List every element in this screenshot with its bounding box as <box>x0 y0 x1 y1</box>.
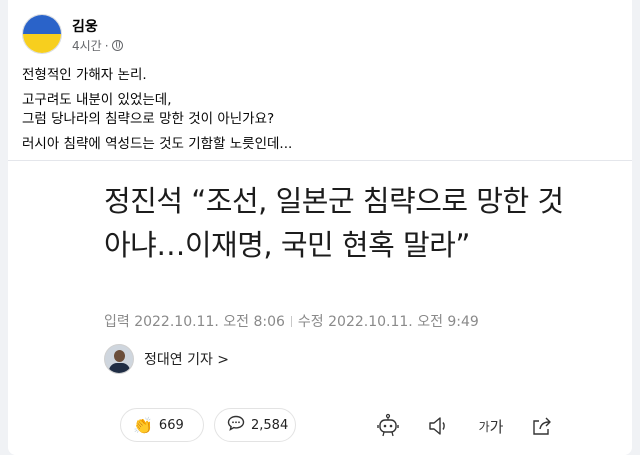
reporter-avatar <box>104 344 134 374</box>
comment-button[interactable]: 2,584 <box>214 408 296 442</box>
author-name[interactable]: 김웅 <box>72 16 98 36</box>
article-headline: 정진석 “조선, 일본군 침략으로 망한 것 아냐…이재명, 국민 현혹 말라” <box>104 184 564 262</box>
clap-icon: 👏 <box>133 415 153 435</box>
post-paragraph: 전형적인 가해자 논리. <box>22 67 147 83</box>
author-avatar[interactable] <box>22 14 62 54</box>
post-time[interactable]: 4시간 <box>72 37 102 54</box>
reaction-count: 669 <box>158 417 184 433</box>
article-dates: 입력 2022.10.11. 오전 8:06 수정 2022.10.11. 오전 … <box>104 311 479 331</box>
post-paragraph: 고구려도 내분이 있었는데, <box>22 92 172 108</box>
comment-count: 2,584 <box>251 417 289 433</box>
modified-date: 수정 2022.10.11. 오전 9:49 <box>297 314 479 330</box>
share-icon[interactable] <box>528 412 556 440</box>
reaction-button[interactable]: 👏 669 <box>120 408 204 442</box>
post-meta: 4시간 · <box>72 37 123 54</box>
article-action-bar: 👏 669 2,584 가가 <box>104 408 564 444</box>
reporter-link[interactable]: 정대연 기자 > <box>104 343 229 375</box>
comment-icon <box>227 415 245 435</box>
reporter-name: 정대연 기자 > <box>144 352 230 368</box>
globe-icon <box>111 40 123 51</box>
robot-icon[interactable] <box>374 412 402 440</box>
text-size-icon[interactable]: 가가 <box>474 412 508 440</box>
input-date: 입력 2022.10.11. 오전 8:06 <box>104 314 285 330</box>
post-paragraph: 그럼 당나라의 침략으로 망한 것이 아닌가요? <box>22 111 275 127</box>
post-body: 전형적인 가해자 논리. 고구려도 내분이 있었는데, 그럼 당나라의 침략으로… <box>22 66 292 160</box>
shared-article-image[interactable]: 정진석 “조선, 일본군 침략으로 망한 것 아냐…이재명, 국민 현혹 말라”… <box>8 161 632 455</box>
speaker-icon[interactable] <box>425 412 453 440</box>
facebook-post: 김웅 4시간 · 전형적인 가해자 논리. 고구려도 내분이 있었는데, 그럼 … <box>8 0 632 455</box>
post-paragraph: 러시아 침략에 역성드는 것도 기함할 노릇인데... <box>22 136 293 152</box>
